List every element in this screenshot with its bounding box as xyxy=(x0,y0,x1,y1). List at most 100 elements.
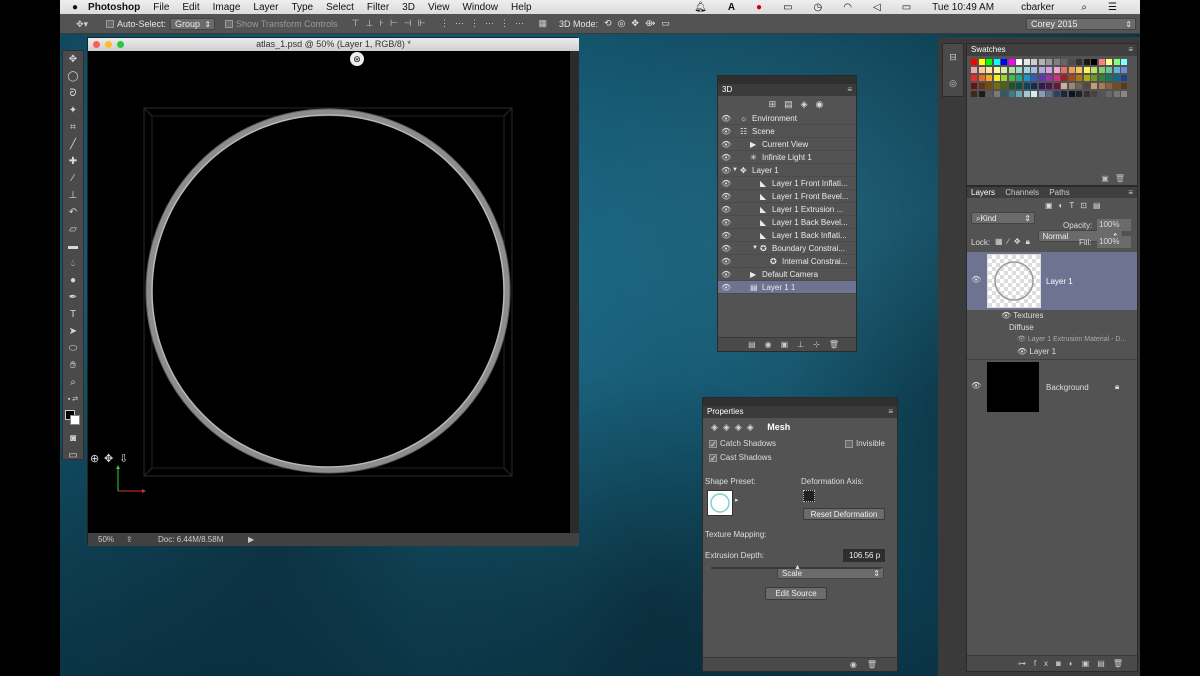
color-swatch[interactable] xyxy=(1083,59,1090,65)
properties-tab[interactable]: Properties ≡ xyxy=(703,406,897,418)
type-tool-icon[interactable]: T xyxy=(63,306,83,323)
layer1-name[interactable]: Layer 1 xyxy=(1046,277,1073,286)
color-swatch[interactable] xyxy=(1053,59,1060,65)
color-swatch[interactable] xyxy=(1046,75,1052,81)
color-swatch[interactable] xyxy=(986,91,992,97)
quick-mask-icon[interactable]: ◙ xyxy=(63,430,83,447)
color-swatch[interactable] xyxy=(1023,91,1030,97)
default-colors-icon[interactable]: ▪ ⇄ xyxy=(63,391,83,408)
menubar-user[interactable]: cbarker xyxy=(1021,2,1054,13)
color-swatch[interactable] xyxy=(1023,67,1030,73)
color-swatch[interactable] xyxy=(1061,91,1067,97)
color-swatch[interactable] xyxy=(1016,83,1022,89)
menu-layer[interactable]: Layer xyxy=(253,2,278,13)
color-swatch[interactable] xyxy=(1121,75,1127,81)
invisible-checkbox[interactable]: Invisible xyxy=(845,439,885,448)
color-swatch[interactable] xyxy=(1016,67,1022,73)
color-swatch[interactable] xyxy=(1098,75,1105,81)
color-swatch[interactable] xyxy=(1031,75,1037,81)
3d-axis-widget[interactable] xyxy=(116,465,146,493)
color-swatch[interactable] xyxy=(1046,67,1052,73)
properties-mode-icons[interactable]: ◈◈◈◈ xyxy=(711,422,759,432)
color-swatch[interactable] xyxy=(1106,75,1112,81)
color-swatch[interactable] xyxy=(1106,59,1112,65)
3d-row[interactable]: 👁︎ ◣ Layer 1 Back Bevel... xyxy=(718,216,856,229)
color-swatch[interactable] xyxy=(1091,91,1097,97)
color-swatch[interactable] xyxy=(1068,75,1075,81)
deformation-axis-widget[interactable] xyxy=(803,490,815,502)
3d-row[interactable]: 👁︎ ◣ Layer 1 Front Bevel... xyxy=(718,190,856,203)
properties-footer-buttons[interactable]: ◉🗑︎ xyxy=(703,657,897,671)
color-swatch[interactable] xyxy=(971,91,977,97)
swatch-footer-buttons[interactable]: ▣🗑︎ xyxy=(1101,174,1131,183)
transform-controls-checkbox[interactable]: Show Transform Controls xyxy=(225,19,338,29)
tab-channels[interactable]: Channels xyxy=(1005,188,1039,197)
color-swatch[interactable] xyxy=(993,83,1000,89)
apple-icon[interactable]: ● xyxy=(72,2,78,13)
color-swatch[interactable] xyxy=(1008,59,1015,65)
battery-icon[interactable]: ▭ xyxy=(902,2,911,13)
screen-mode-icon[interactable]: ▭ xyxy=(63,447,83,464)
magic-wand-tool-icon[interactable]: ✦ xyxy=(63,102,83,119)
color-swatch[interactable] xyxy=(1113,83,1120,89)
ellipse-tool-icon[interactable]: ⬭ xyxy=(63,340,83,357)
color-swatch[interactable] xyxy=(1121,91,1127,97)
color-swatch[interactable] xyxy=(1053,75,1060,81)
extrusion-depth-field[interactable]: 106.56 p xyxy=(843,549,885,562)
3d-camera-controls[interactable]: ⊕ ✥ ⇩ xyxy=(90,452,128,465)
color-swatch[interactable] xyxy=(1031,67,1037,73)
color-swatch[interactable] xyxy=(978,75,985,81)
extrusion-depth-slider-handle[interactable]: ▲ xyxy=(794,564,801,571)
color-swatch[interactable] xyxy=(1061,75,1067,81)
3d-row-eye-icon[interactable]: 👁︎ xyxy=(721,125,731,138)
color-swatch[interactable] xyxy=(1008,75,1015,81)
color-swatch[interactable] xyxy=(1121,59,1127,65)
swatches-tab[interactable]: Swatches ≡ xyxy=(967,44,1137,56)
opacity-field[interactable]: 100% xyxy=(1097,219,1131,231)
color-swatch[interactable] xyxy=(1106,91,1112,97)
3d-mode-buttons[interactable]: ⟲◎✥⟴▭ xyxy=(604,18,676,29)
color-swatch[interactable] xyxy=(1113,59,1120,65)
color-swatch[interactable] xyxy=(986,59,992,65)
crop-tool-icon[interactable]: ⌗ xyxy=(63,119,83,136)
color-swatch[interactable] xyxy=(1016,91,1022,97)
color-swatch[interactable] xyxy=(1046,91,1052,97)
color-swatch[interactable] xyxy=(1016,75,1022,81)
3d-row[interactable]: 👁︎ ✳ Infinite Light 1 xyxy=(718,151,856,164)
textures-row[interactable]: 👁︎ Textures xyxy=(1001,311,1043,320)
color-swatch[interactable] xyxy=(993,75,1000,81)
3d-row-eye-icon[interactable]: 👁︎ xyxy=(721,203,731,216)
menu-select[interactable]: Select xyxy=(326,2,354,13)
cast-shadows-checkbox[interactable]: Cast Shadows xyxy=(709,453,772,462)
zoom-window-button[interactable] xyxy=(117,41,124,48)
material-eye-icon[interactable]: 👁︎ xyxy=(1017,336,1028,343)
3d-row-eye-icon[interactable]: 👁︎ xyxy=(721,151,731,164)
textures-eye-icon[interactable]: 👁︎ xyxy=(1001,311,1013,320)
move-tool-icon[interactable]: ✥ xyxy=(63,51,83,68)
layer-filter-kind-dropdown[interactable]: ⌕Kind xyxy=(971,212,1035,224)
fill-field[interactable]: 100% xyxy=(1097,236,1131,248)
color-swatch[interactable] xyxy=(1061,67,1067,73)
shape-preset-arrow-icon[interactable]: ▸ xyxy=(735,496,739,504)
3d-row-eye-icon[interactable]: 👁︎ xyxy=(721,268,731,281)
dodge-tool-icon[interactable]: ● xyxy=(63,272,83,289)
menu-view[interactable]: View xyxy=(428,2,450,13)
volume-icon[interactable]: ◁ xyxy=(873,2,881,13)
3d-row[interactable]: 👁︎ ▼ ✪ Boundary Constrai... xyxy=(718,242,856,255)
texture-sublayer-row[interactable]: 👁︎ Layer 1 xyxy=(1017,347,1056,356)
properties-menu-icon[interactable]: ≡ xyxy=(888,406,893,418)
color-swatch[interactable] xyxy=(1083,75,1090,81)
color-swatch[interactable] xyxy=(1068,67,1075,73)
color-swatch[interactable] xyxy=(1001,67,1007,73)
align-buttons[interactable]: ⊤⊥⊦⊢⊣⊩ ⋮⋯⋮⋯⋮⋯ ▦ xyxy=(352,18,553,29)
color-swatch[interactable] xyxy=(1038,83,1045,89)
catch-shadows-checkbox[interactable]: Catch Shadows xyxy=(709,439,776,448)
time-machine-icon[interactable]: ◷ xyxy=(814,2,823,13)
3d-row[interactable]: 👁︎ ◣ Layer 1 Back Inflati... xyxy=(718,229,856,242)
color-swatch[interactable] xyxy=(993,59,1000,65)
color-swatch[interactable] xyxy=(1113,67,1120,73)
color-swatch[interactable] xyxy=(1076,91,1082,97)
color-swatch[interactable] xyxy=(978,91,985,97)
color-swatch[interactable] xyxy=(971,67,977,73)
tab-layers[interactable]: Layers xyxy=(971,188,995,197)
